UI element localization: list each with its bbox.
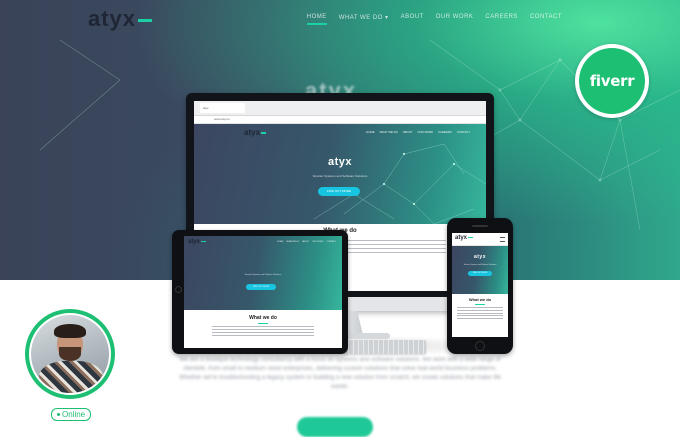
avatar bbox=[29, 313, 111, 395]
tablet-nav-item: WHAT WE DO bbox=[286, 241, 300, 243]
tablet-section-title: What we do bbox=[249, 315, 277, 321]
browser-url-bar: www.atyx.io bbox=[194, 116, 486, 124]
fiverr-label: fiverr bbox=[589, 72, 635, 90]
tablet-text-lines bbox=[184, 326, 342, 336]
tablet-screen: atyx HOME WHAT WE DO ABOUT OUR WORK CONT… bbox=[184, 236, 342, 348]
avatar-beard bbox=[59, 347, 81, 361]
mockup-hero-subtitle: Smarter Systems and Software Solutions bbox=[312, 174, 368, 178]
phone-hero-title: atyx bbox=[473, 254, 486, 260]
nav-home[interactable]: HOME bbox=[306, 14, 327, 25]
nav-our-work[interactable]: OUR WORK bbox=[436, 14, 474, 25]
phone-home-button bbox=[475, 341, 485, 351]
mockup-nav-item: ABOUT bbox=[402, 130, 413, 134]
avatar-body bbox=[39, 361, 103, 393]
mockup-nav-item: HOME bbox=[366, 130, 375, 134]
background-body-text: We are a boutique technology consultancy… bbox=[179, 357, 501, 390]
tablet-device: atyx HOME WHAT WE DO ABOUT OUR WORK CONT… bbox=[172, 230, 348, 354]
tablet-home-button bbox=[175, 286, 182, 293]
mockup-nav-item: CONTACT bbox=[456, 130, 470, 134]
mockup-nav-item: CAREERS bbox=[438, 130, 452, 134]
tablet-logo: atyx bbox=[188, 239, 207, 245]
browser-tab: atyx bbox=[200, 103, 245, 113]
background-logo: atyx bbox=[88, 6, 153, 32]
nav-contact[interactable]: CONTACT bbox=[530, 14, 562, 25]
tablet-section-divider bbox=[258, 323, 268, 324]
mockup-logo: atyx bbox=[244, 128, 267, 137]
background-cta-button bbox=[297, 417, 373, 437]
mockup-cta-button: FIND OUT MORE bbox=[318, 187, 360, 196]
keyboard bbox=[344, 340, 426, 354]
nav-about[interactable]: ABOUT bbox=[401, 14, 424, 25]
fiverr-badge: fiverr bbox=[575, 44, 649, 118]
online-status-label: Online bbox=[62, 410, 86, 419]
phone-text-lines bbox=[452, 307, 508, 320]
tablet-nav-item: ABOUT bbox=[302, 241, 310, 243]
nav-what-we-do[interactable]: WHAT WE DO ▾ bbox=[339, 14, 389, 25]
fiverr-logo: fiverr bbox=[579, 48, 645, 114]
tablet-nav-item: CONTACT bbox=[326, 241, 336, 243]
mockup-nav-item: OUR WORK bbox=[417, 130, 434, 134]
mockup-nav-item: WHAT WE DO bbox=[379, 130, 398, 134]
phone-cta-button: FIND OUT MORE bbox=[468, 271, 492, 276]
phone-hero: atyx Smarter Systems and Software Soluti… bbox=[452, 246, 508, 294]
phone-logo: atyx bbox=[455, 235, 474, 241]
tablet-hero-subtitle: Smarter Systems and Software Solutions bbox=[244, 274, 282, 276]
tablet-hero: atyx HOME WHAT WE DO ABOUT OUR WORK CONT… bbox=[184, 236, 342, 310]
tablet-nav-item: OUR WORK bbox=[312, 241, 324, 243]
phone-section-divider bbox=[475, 304, 485, 305]
phone-device: atyx atyx Smarter Systems and Software S… bbox=[447, 218, 513, 354]
hamburger-menu-icon bbox=[500, 237, 505, 242]
tablet-cta-button: FIND OUT MORE bbox=[246, 284, 276, 290]
tablet-nav: HOME WHAT WE DO ABOUT OUR WORK CONTACT bbox=[277, 241, 336, 243]
browser-tab-bar: atyx bbox=[194, 101, 486, 116]
phone-section-title: What we do bbox=[468, 297, 492, 302]
phone-hero-subtitle: Smarter Systems and Software Solutions bbox=[463, 264, 497, 266]
tablet-nav-item: HOME bbox=[277, 241, 284, 243]
avatar-ring bbox=[25, 309, 115, 399]
avatar-hair bbox=[54, 324, 86, 338]
nav-careers[interactable]: CAREERS bbox=[485, 14, 518, 25]
online-status-badge: Online bbox=[51, 408, 92, 421]
phone-header: atyx bbox=[452, 233, 508, 246]
phone-speaker bbox=[472, 225, 488, 227]
background-nav: HOME WHAT WE DO ▾ ABOUT OUR WORK CAREERS… bbox=[306, 14, 562, 25]
phone-screen: atyx atyx Smarter Systems and Software S… bbox=[452, 233, 508, 337]
status-dot-icon bbox=[57, 413, 60, 417]
mockup-hero: atyx HOME WHAT WE DO ABOUT OUR WORK CARE… bbox=[194, 124, 486, 224]
mockup-hero-title: atyx bbox=[327, 156, 353, 168]
mockup-nav: HOME WHAT WE DO ABOUT OUR WORK CAREERS C… bbox=[366, 130, 470, 134]
